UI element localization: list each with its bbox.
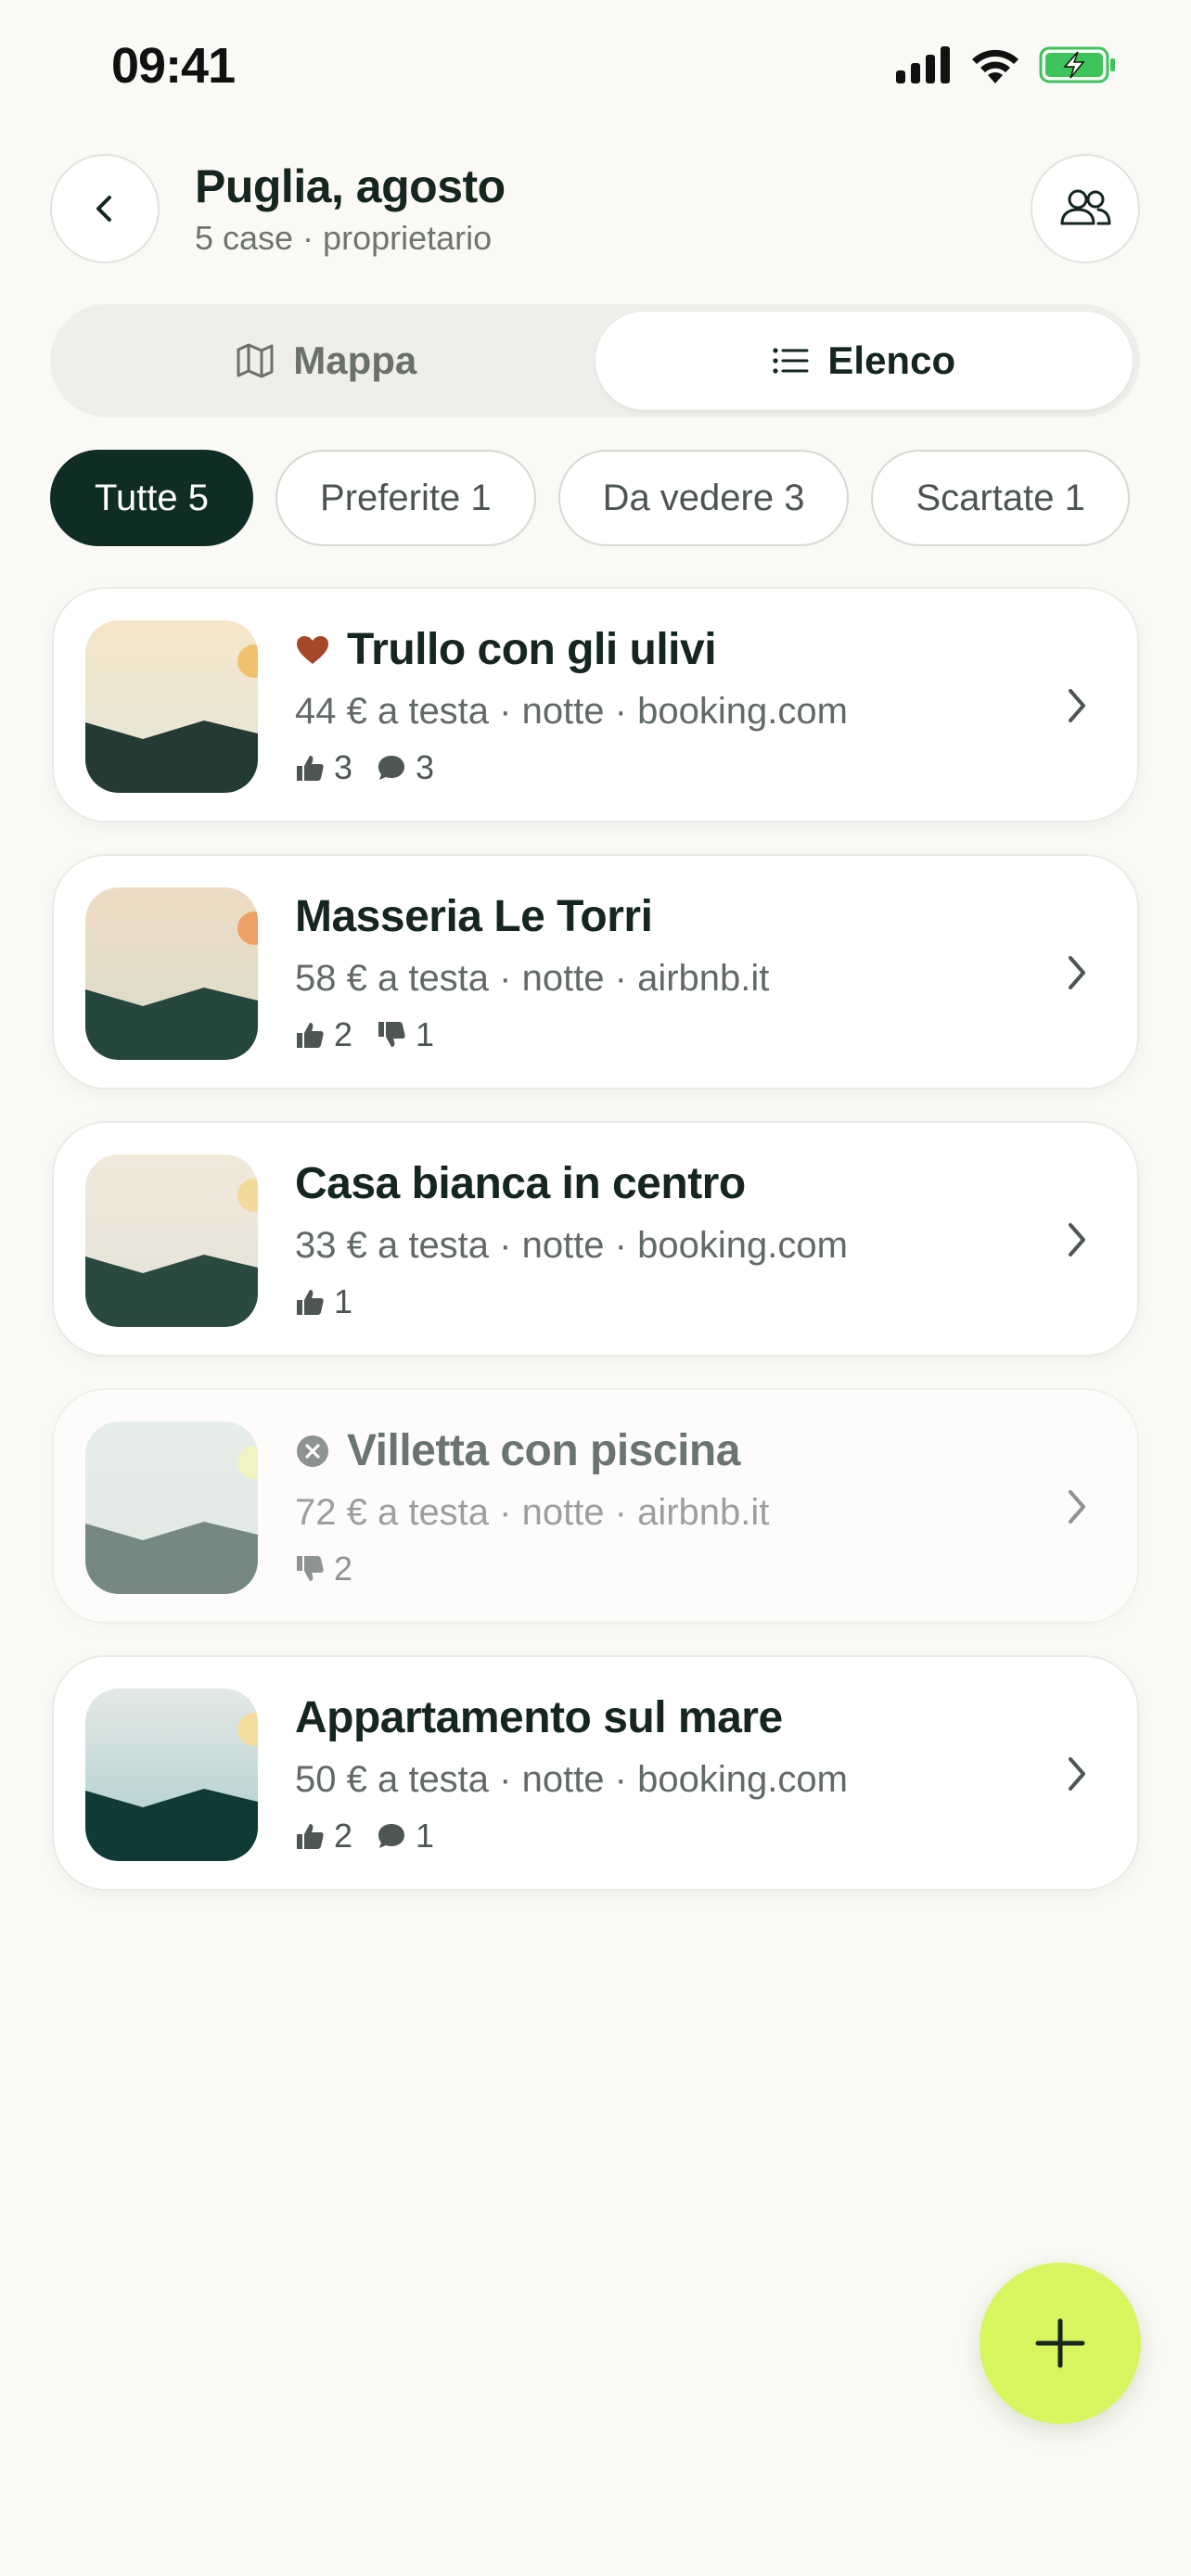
likes-stat: 1 (295, 1282, 352, 1321)
tab-map-label: Mappa (293, 338, 417, 382)
wifi-icon (972, 49, 1018, 83)
listing-thumbnail (85, 620, 258, 793)
status-icons (896, 46, 1117, 83)
listing-card[interactable]: Villetta con piscina 72 € a testa · nott… (52, 1388, 1139, 1624)
listing-title-row: Villetta con piscina (295, 1425, 740, 1476)
dislikes-stat: 2 (295, 1549, 352, 1588)
chevron-right-icon (1069, 689, 1085, 722)
view-toggle: Mappa Elenco (50, 304, 1140, 417)
thumbs-down-icon (378, 1022, 405, 1047)
tab-map[interactable]: Mappa (58, 312, 596, 410)
page-subtitle: 5 case · proprietario (195, 219, 493, 257)
chevron-right-icon (1069, 1490, 1085, 1524)
dislikes-stat: 1 (377, 1015, 434, 1054)
listing-title-row: Trullo con gli ulivi (295, 624, 717, 675)
battery-charging-icon (1039, 46, 1115, 83)
listing-thumbnail (85, 1154, 258, 1327)
listing-title-row: Masseria Le Torri (295, 891, 653, 942)
users-icon (1060, 189, 1111, 225)
listing-meta: 33 € a testa · notte · booking.com (295, 1225, 848, 1266)
listing-meta: 58 € a testa · notte · airbnb.it (295, 958, 770, 999)
filter-chip-discarded[interactable]: Scartate 1 (871, 450, 1130, 546)
dislikes-count: 2 (334, 1549, 353, 1588)
heart-icon (297, 635, 328, 664)
listing-card[interactable]: Casa bianca in centro 33 € a testa · not… (52, 1121, 1139, 1357)
members-button[interactable] (1031, 154, 1140, 263)
listing-title: Villetta con piscina (347, 1426, 740, 1475)
filter-chip-to-see[interactable]: Da vedere 3 (557, 450, 850, 546)
filter-chip-all[interactable]: Tutte 5 (50, 450, 254, 546)
listing-meta: 50 € a testa · notte · booking.com (295, 1759, 848, 1800)
chevron-left-icon (96, 196, 111, 222)
thumbs-up-icon (297, 1290, 324, 1315)
filter-chips: Tutte 5 Preferite 1 Da vedere 3 Scartate… (50, 450, 1130, 546)
status-time: 09:41 (111, 38, 236, 94)
listing-stats: 2 1 (295, 1015, 434, 1054)
likes-stat: 3 (295, 748, 352, 787)
add-listing-button[interactable] (980, 2263, 1141, 2424)
listing-thumbnail (85, 887, 258, 1060)
comment-icon (378, 756, 405, 780)
dislikes-count: 1 (416, 1015, 435, 1053)
listing-stats: 2 1 (295, 1817, 434, 1855)
map-icon (237, 343, 274, 378)
listing-card[interactable]: Appartamento sul mare 50 € a testa · not… (52, 1655, 1139, 1891)
listing-title: Trullo con gli ulivi (347, 625, 717, 674)
likes-count: 2 (334, 1015, 353, 1053)
signal-icon (896, 46, 950, 83)
comments-stat: 3 (377, 748, 434, 787)
comments-count: 3 (416, 748, 435, 786)
thumbs-up-icon (297, 1023, 324, 1048)
likes-count: 3 (334, 748, 353, 786)
likes-stat: 2 (295, 1015, 352, 1054)
comments-stat: 1 (377, 1817, 434, 1855)
listing-title: Masseria Le Torri (295, 892, 653, 941)
discarded-icon (297, 1435, 328, 1467)
listing-card[interactable]: Trullo con gli ulivi 44 € a testa · nott… (52, 587, 1139, 823)
comments-count: 1 (416, 1817, 435, 1855)
chevron-right-icon (1069, 1223, 1085, 1256)
listing-card[interactable]: Masseria Le Torri 58 € a testa · notte ·… (52, 854, 1139, 1090)
comment-icon (378, 1824, 405, 1848)
chevron-right-icon (1069, 956, 1085, 989)
thumbs-up-icon (297, 1824, 324, 1849)
list-icon (773, 348, 809, 374)
listing-meta: 72 € a testa · notte · airbnb.it (295, 1492, 770, 1533)
likes-count: 2 (334, 1817, 353, 1855)
chevron-right-icon (1069, 1757, 1085, 1791)
listing-stats: 3 3 (295, 748, 434, 787)
listing-thumbnail (85, 1689, 258, 1861)
listing-title: Appartamento sul mare (295, 1693, 783, 1742)
status-bar: 09:41 (0, 0, 1191, 139)
listing-title-row: Casa bianca in centro (295, 1158, 746, 1209)
likes-stat: 2 (295, 1817, 352, 1855)
listing-stats: 2 (295, 1549, 352, 1588)
listing-title-row: Appartamento sul mare (295, 1692, 783, 1743)
plus-icon (1035, 2318, 1085, 2368)
back-button[interactable] (50, 154, 160, 263)
listing-title: Casa bianca in centro (295, 1159, 746, 1208)
filter-chip-favorites[interactable]: Preferite 1 (275, 450, 536, 546)
listing-meta: 44 € a testa · notte · booking.com (295, 691, 848, 732)
thumbs-up-icon (297, 756, 324, 781)
likes-count: 1 (334, 1282, 353, 1320)
tab-list[interactable]: Elenco (595, 312, 1133, 410)
tab-list-label: Elenco (827, 338, 956, 382)
page-title: Puglia, agosto (195, 160, 506, 212)
listing-thumbnail (85, 1422, 258, 1594)
thumbs-down-icon (297, 1556, 324, 1581)
listing-stats: 1 (295, 1282, 352, 1321)
